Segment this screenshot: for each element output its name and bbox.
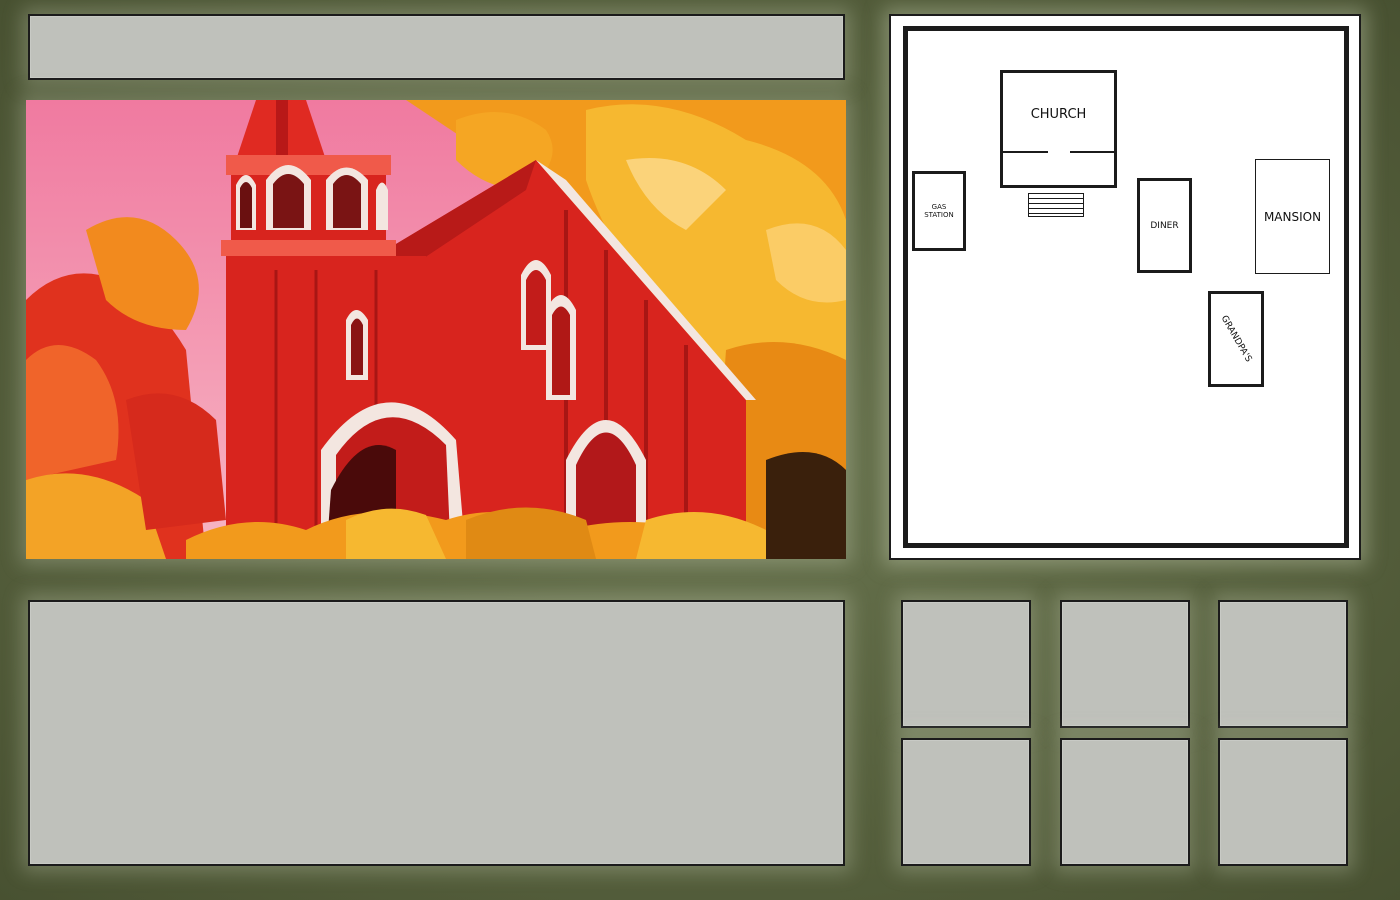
map-location-gas-station[interactable]: GAS STATION xyxy=(912,171,966,251)
map-location-grandpas[interactable]: GRANDPA'S xyxy=(1208,291,1264,387)
inventory-slot-2[interactable] xyxy=(1060,600,1190,728)
inventory-slot-5[interactable] xyxy=(1060,738,1190,866)
dialog-box xyxy=(28,600,845,866)
inventory-slot-6[interactable] xyxy=(1218,738,1348,866)
map-location-diner[interactable]: DINER xyxy=(1137,178,1192,273)
church-label: CHURCH xyxy=(1030,107,1087,122)
mansion-label: MANSION xyxy=(1263,209,1322,224)
church-inner-divider xyxy=(1070,151,1114,153)
map-location-church[interactable]: CHURCH xyxy=(1000,70,1117,188)
town-map: CHURCH GAS STATION DINER MANSION GRANDPA… xyxy=(889,14,1361,560)
gas-station-label: GAS STATION xyxy=(924,203,954,219)
inventory-slot-1[interactable] xyxy=(901,600,1031,728)
church-steps xyxy=(1028,193,1084,217)
diner-label: DINER xyxy=(1150,220,1179,231)
grandpas-label: GRANDPA'S xyxy=(1218,314,1254,364)
inventory-slot-4[interactable] xyxy=(901,738,1031,866)
scene-view[interactable] xyxy=(26,100,846,559)
map-border: CHURCH GAS STATION DINER MANSION GRANDPA… xyxy=(903,26,1349,548)
map-location-mansion[interactable]: MANSION xyxy=(1255,159,1330,274)
church-inner-divider xyxy=(1003,151,1048,153)
inventory-slot-3[interactable] xyxy=(1218,600,1348,728)
title-bar xyxy=(28,14,845,80)
church-scene-illustration xyxy=(26,100,846,559)
